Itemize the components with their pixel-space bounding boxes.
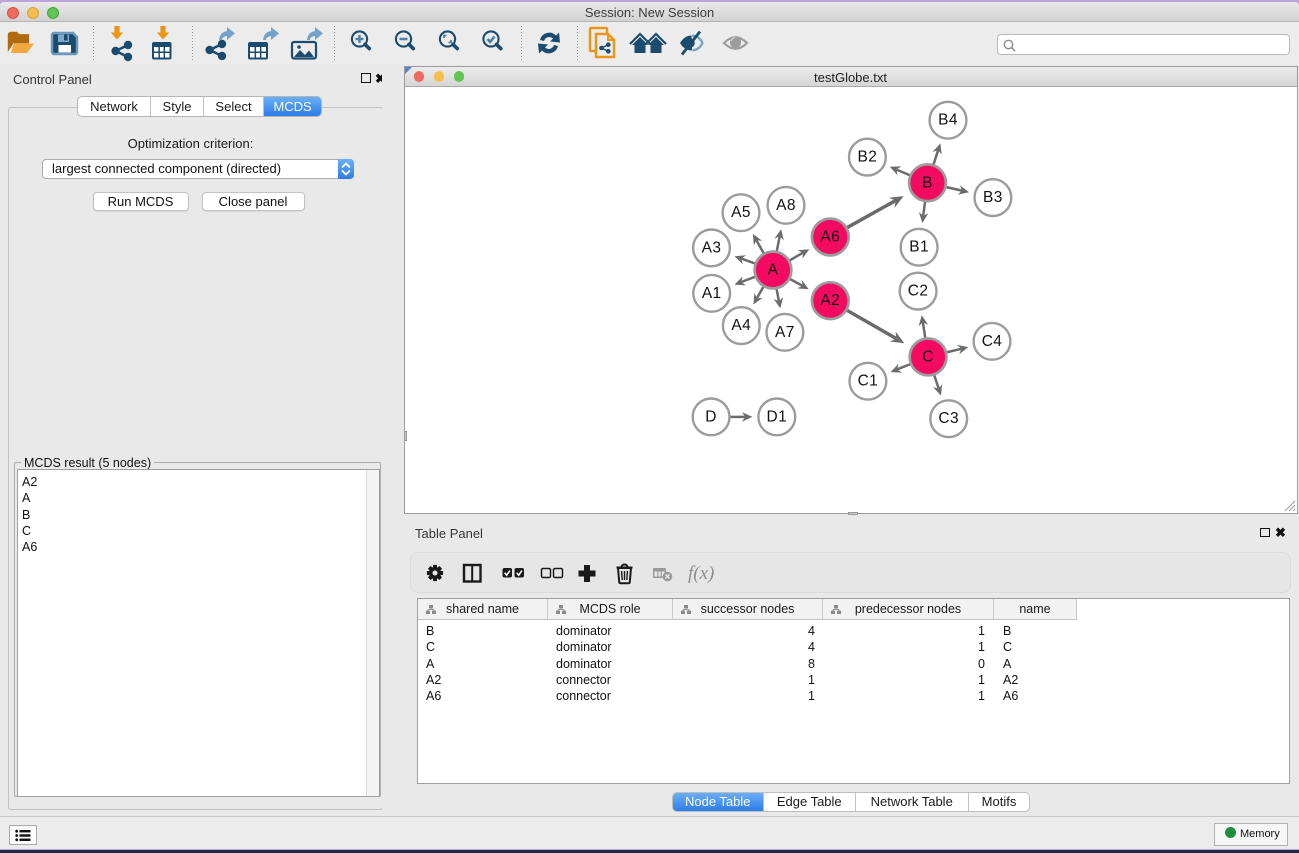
svg-text:D: D bbox=[705, 408, 717, 425]
svg-text:C1: C1 bbox=[857, 373, 878, 390]
svg-text:C: C bbox=[922, 348, 934, 365]
svg-text:C2: C2 bbox=[907, 283, 928, 300]
svg-text:A: A bbox=[767, 262, 778, 279]
svg-text:A8: A8 bbox=[776, 197, 796, 214]
svg-text:A3: A3 bbox=[701, 239, 721, 256]
svg-text:A6: A6 bbox=[820, 229, 840, 246]
svg-text:B2: B2 bbox=[857, 149, 877, 166]
svg-text:A1: A1 bbox=[701, 285, 721, 302]
svg-text:C3: C3 bbox=[938, 410, 959, 427]
svg-text:B1: B1 bbox=[909, 239, 929, 256]
svg-text:A2: A2 bbox=[820, 292, 840, 309]
svg-text:A4: A4 bbox=[731, 317, 751, 334]
svg-text:B4: B4 bbox=[938, 112, 958, 129]
svg-text:f(x): f(x) bbox=[688, 563, 714, 584]
svg-text:C4: C4 bbox=[981, 333, 1002, 350]
svg-text:A5: A5 bbox=[731, 204, 751, 221]
svg-text:A7: A7 bbox=[775, 324, 795, 341]
svg-text:D1: D1 bbox=[766, 408, 787, 425]
svg-text:B: B bbox=[922, 174, 933, 191]
svg-text:B3: B3 bbox=[983, 189, 1003, 206]
